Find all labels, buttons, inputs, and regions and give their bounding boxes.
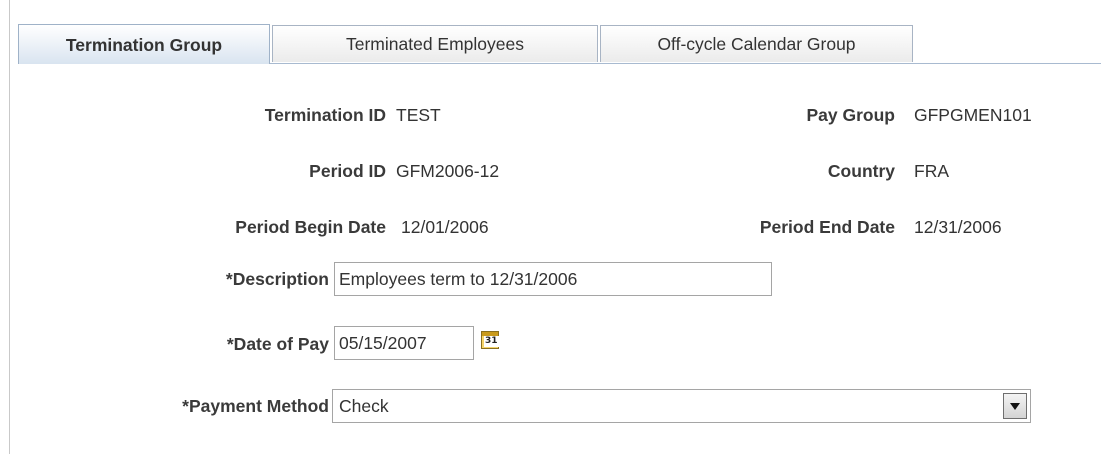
tab-off-cycle-calendar-group[interactable]: Off-cycle Calendar Group [600, 25, 913, 62]
country-value: FRA [914, 161, 949, 181]
tab-bar: Termination Group Terminated Employees O… [18, 20, 1101, 65]
date-of-pay-label: *Date of Pay [226, 334, 329, 354]
payment-method-selected-value: Check [339, 396, 389, 416]
period-id-value: GFM2006-12 [396, 161, 500, 181]
termination-id-label: Termination ID [264, 105, 386, 125]
date-of-pay-input[interactable] [334, 326, 474, 360]
payment-method-label: *Payment Method [182, 396, 329, 416]
tab-termination-group[interactable]: Termination Group [18, 24, 270, 64]
termination-id-value: TEST [396, 105, 441, 125]
pay-group-label: Pay Group [806, 105, 896, 125]
period-begin-date-label: Period Begin Date [235, 217, 386, 237]
tab-label: Off-cycle Calendar Group [657, 34, 856, 54]
period-end-date-value: 12/31/2006 [914, 217, 1002, 237]
calendar-icon[interactable]: 31 [481, 331, 499, 349]
tab-label: Terminated Employees [346, 34, 524, 54]
period-id-label: Period ID [309, 161, 386, 181]
tab-terminated-employees[interactable]: Terminated Employees [272, 25, 598, 62]
description-label: *Description [225, 269, 329, 289]
period-end-date-label: Period End Date [759, 217, 895, 237]
tab-label: Termination Group [65, 35, 223, 55]
description-input[interactable] [334, 262, 772, 296]
calendar-icon-day: 31 [484, 336, 499, 347]
chevron-down-icon [1010, 403, 1020, 410]
period-begin-date-value: 12/01/2006 [401, 217, 489, 237]
pay-group-value: GFPGMEN101 [914, 105, 1032, 125]
page-frame-border [9, 0, 10, 454]
dropdown-button[interactable] [1003, 393, 1027, 419]
country-label: Country [827, 161, 895, 181]
payment-method-select[interactable]: Check [332, 389, 1031, 423]
